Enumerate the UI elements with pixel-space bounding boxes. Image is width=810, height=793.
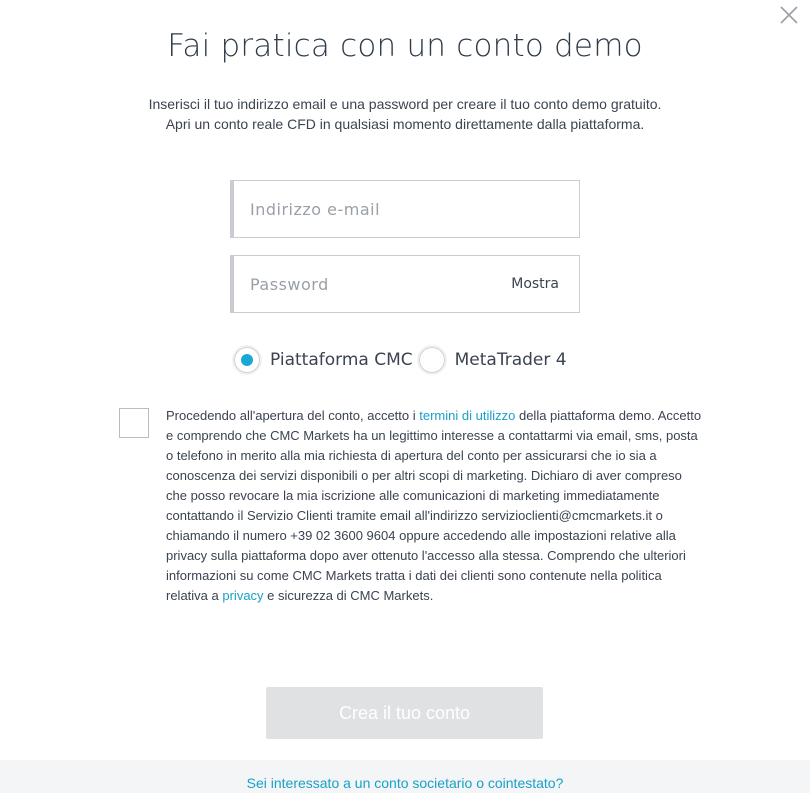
consent-text: Procedendo all'apertura del conto, accet… [166, 406, 706, 606]
demo-account-dialog: Fai pratica con un conto demo Inserisci … [0, 0, 810, 793]
close-button[interactable] [778, 4, 800, 26]
password-field[interactable] [250, 256, 500, 312]
footer-bar: Sei interessato a un conto societario o … [0, 760, 810, 793]
intro-text: Inserisci il tuo indirizzo email e una p… [148, 96, 662, 132]
radio-metatrader-4[interactable] [418, 347, 445, 373]
radio-label-metatrader: MetaTrader 4 [454, 350, 567, 370]
corporate-account-link[interactable]: Sei interessato a un conto societario o … [247, 775, 564, 791]
platform-selector: Piattaforma CMC MetaTrader 4 [234, 344, 573, 376]
close-icon [780, 6, 798, 24]
terms-link[interactable]: termini di utilizzo [419, 408, 515, 423]
consent-text-body: della piattaforma demo. Accetto e compre… [166, 408, 702, 603]
radio-option-metatrader[interactable]: MetaTrader 4 [418, 347, 567, 373]
page-title: Fai pratica con un conto demo [167, 28, 643, 64]
consent-text-intro: Procedendo all'apertura del conto, accet… [166, 408, 420, 423]
password-field-container: Mostra [230, 255, 580, 313]
radio-option-cmc[interactable]: Piattaforma CMC [234, 347, 413, 373]
radio-label-cmc: Piattaforma CMC [270, 350, 413, 370]
consent-checkbox[interactable] [119, 408, 149, 438]
email-field[interactable] [250, 181, 500, 237]
create-account-button[interactable]: Crea il tuo conto [266, 687, 543, 739]
radio-cmc-platform[interactable] [234, 347, 260, 373]
show-password-toggle[interactable]: Mostra [511, 256, 559, 312]
privacy-link[interactable]: privacy [222, 588, 263, 603]
consent-text-end: e sicurezza di CMC Markets. [263, 588, 434, 603]
email-field-container [230, 180, 580, 238]
